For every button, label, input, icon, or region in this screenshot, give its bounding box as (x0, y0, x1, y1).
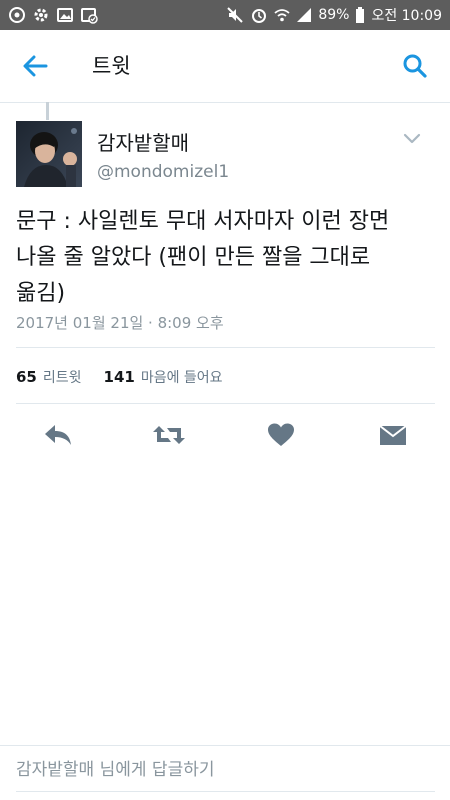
retweet-icon (153, 426, 185, 444)
photo-check-icon (80, 6, 98, 24)
status-time: 오전 10:09 (371, 8, 442, 24)
divider (16, 403, 435, 404)
back-arrow-icon (23, 55, 48, 77)
avatar[interactable] (16, 121, 82, 187)
author-name[interactable]: 감자밭할매 (97, 130, 189, 156)
author-handle[interactable]: @mondomizel1 (97, 160, 229, 184)
tweet-text: 문구 : 사일렌토 무대 서자마자 이런 장면 나올 줄 알았다 (팬이 만든 … (16, 209, 390, 306)
status-bar-left-icons (8, 5, 98, 25)
reply-input[interactable]: 감자밭할매 님에게 답글하기 (16, 758, 215, 782)
like-button[interactable] (261, 418, 301, 452)
search-icon (403, 54, 427, 78)
divider (16, 347, 435, 348)
image-icon (56, 6, 74, 24)
reply-bar-top-divider (0, 745, 450, 746)
sync-icon (8, 6, 26, 24)
retweet-count: 65 (16, 368, 37, 386)
reply-icon (45, 425, 71, 445)
alarm-icon (250, 6, 268, 24)
page-title: 트윗 (92, 54, 131, 78)
gear-icon (32, 6, 50, 24)
heart-icon (268, 423, 294, 446)
wifi-icon (274, 7, 290, 23)
likes-label: 마음에 들어요 (140, 370, 223, 386)
retweet-label: 리트윗 (42, 370, 82, 386)
retweet-stat[interactable]: 65 리트윗 (16, 366, 82, 389)
battery-icon (355, 6, 365, 24)
back-button[interactable] (18, 50, 52, 82)
direct-message-button[interactable] (373, 418, 413, 452)
app-bar: 트윗 (0, 30, 450, 103)
chevron-down-icon (403, 133, 421, 144)
thread-connector-line (46, 102, 49, 120)
status-bar-right: 89% 오전 10:09 (226, 5, 442, 25)
reply-button[interactable] (38, 418, 78, 452)
likes-count: 141 (103, 368, 135, 386)
likes-stat[interactable]: 141 마음에 들어요 (104, 366, 223, 389)
mute-icon (226, 6, 244, 24)
retweet-button[interactable] (149, 418, 189, 452)
reply-bar-underline (16, 791, 435, 792)
message-icon (379, 425, 407, 445)
battery-percent: 89% (318, 7, 350, 23)
tweet-options-button[interactable] (400, 130, 424, 148)
tweet-timestamp: 2017년 01월 21일 · 8:09 오후 (16, 314, 224, 332)
signal-icon (296, 7, 312, 23)
status-bar: 89% 오전 10:09 (0, 0, 450, 30)
search-button[interactable] (398, 50, 432, 82)
tweet-stats: 65 리트윗 141 마음에 들어요 (16, 366, 223, 389)
